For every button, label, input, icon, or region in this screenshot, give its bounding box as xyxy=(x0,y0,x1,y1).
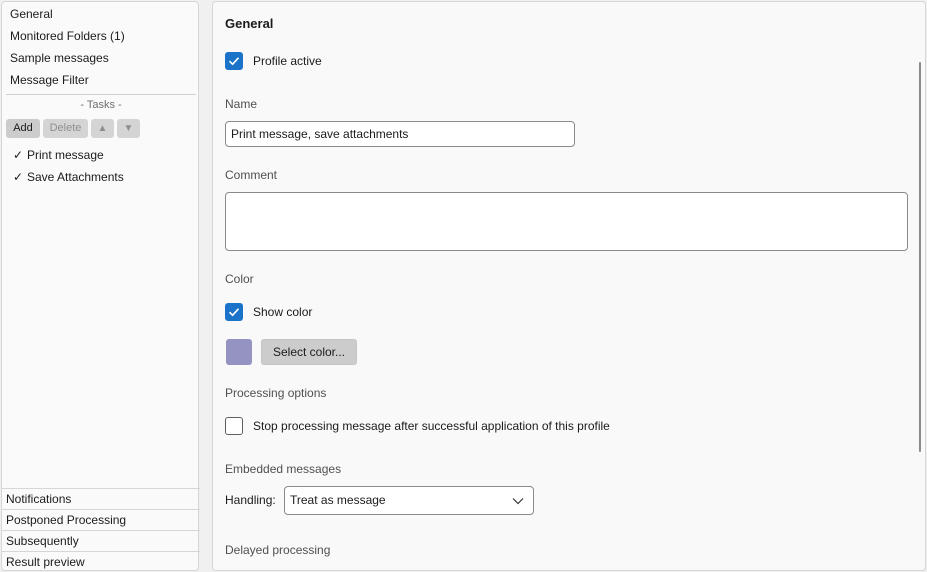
task-item-save-attachments[interactable]: ✓ Save Attachments xyxy=(13,167,124,187)
stop-processing-checkbox[interactable] xyxy=(225,417,243,435)
delayed-processing-label: Delayed processing xyxy=(225,543,331,557)
page-title: General xyxy=(225,16,274,31)
sidebar-divider xyxy=(6,94,196,95)
handling-label: Handling: xyxy=(225,493,276,507)
sidebar-item-result-preview[interactable]: Result preview xyxy=(2,551,200,571)
sidebar-item-notifications[interactable]: Notifications xyxy=(2,488,200,508)
sidebar: General Monitored Folders (1) Sample mes… xyxy=(1,1,200,571)
checkmark-icon: ✓ xyxy=(13,148,24,162)
embedded-messages-label: Embedded messages xyxy=(225,462,342,476)
sidebar-item-message-filter[interactable]: Message Filter xyxy=(10,70,89,90)
sidebar-item-monitored-folders[interactable]: Monitored Folders (1) xyxy=(10,26,125,46)
scrollbar[interactable] xyxy=(919,62,921,452)
checkmark-icon xyxy=(228,57,240,66)
tasks-header: - Tasks - xyxy=(80,99,122,111)
select-color-button[interactable]: Select color... xyxy=(261,339,357,365)
sidebar-item-subsequently[interactable]: Subsequently xyxy=(2,530,200,550)
move-up-button[interactable]: ▲ xyxy=(91,119,114,138)
sidebar-item-sample-messages[interactable]: Sample messages xyxy=(10,48,109,68)
name-label: Name xyxy=(225,97,258,111)
sidebar-item-general[interactable]: General xyxy=(10,4,53,24)
task-label: Print message xyxy=(27,148,104,162)
move-down-button[interactable]: ▼ xyxy=(117,119,140,138)
task-item-print-message[interactable]: ✓ Print message xyxy=(13,145,104,165)
handling-select[interactable]: Treat as message xyxy=(284,486,534,515)
show-color-checkbox[interactable] xyxy=(225,303,243,321)
task-label: Save Attachments xyxy=(27,170,124,184)
color-swatch xyxy=(226,339,252,365)
comment-label: Comment xyxy=(225,168,278,182)
main-panel: General Profile active Name Print messag… xyxy=(212,1,926,571)
name-field[interactable]: Print message, save attachments xyxy=(225,121,575,147)
show-color-label: Show color xyxy=(253,305,313,319)
profile-active-checkbox[interactable] xyxy=(225,52,243,70)
comment-field[interactable] xyxy=(225,192,908,251)
processing-options-label: Processing options xyxy=(225,386,327,400)
add-task-button[interactable]: Add xyxy=(6,119,40,138)
checkmark-icon: ✓ xyxy=(13,170,24,184)
color-label: Color xyxy=(225,272,254,286)
sidebar-item-postponed-processing[interactable]: Postponed Processing xyxy=(2,509,200,529)
checkmark-icon xyxy=(228,308,240,317)
stop-processing-label: Stop processing message after successful… xyxy=(253,419,610,433)
chevron-down-icon xyxy=(512,498,524,505)
arrow-down-icon: ▼ xyxy=(123,123,134,134)
profile-active-label: Profile active xyxy=(253,54,322,68)
arrow-up-icon: ▲ xyxy=(97,123,108,134)
delete-task-button[interactable]: Delete xyxy=(43,119,88,138)
handling-select-value: Treat as message xyxy=(290,493,386,507)
